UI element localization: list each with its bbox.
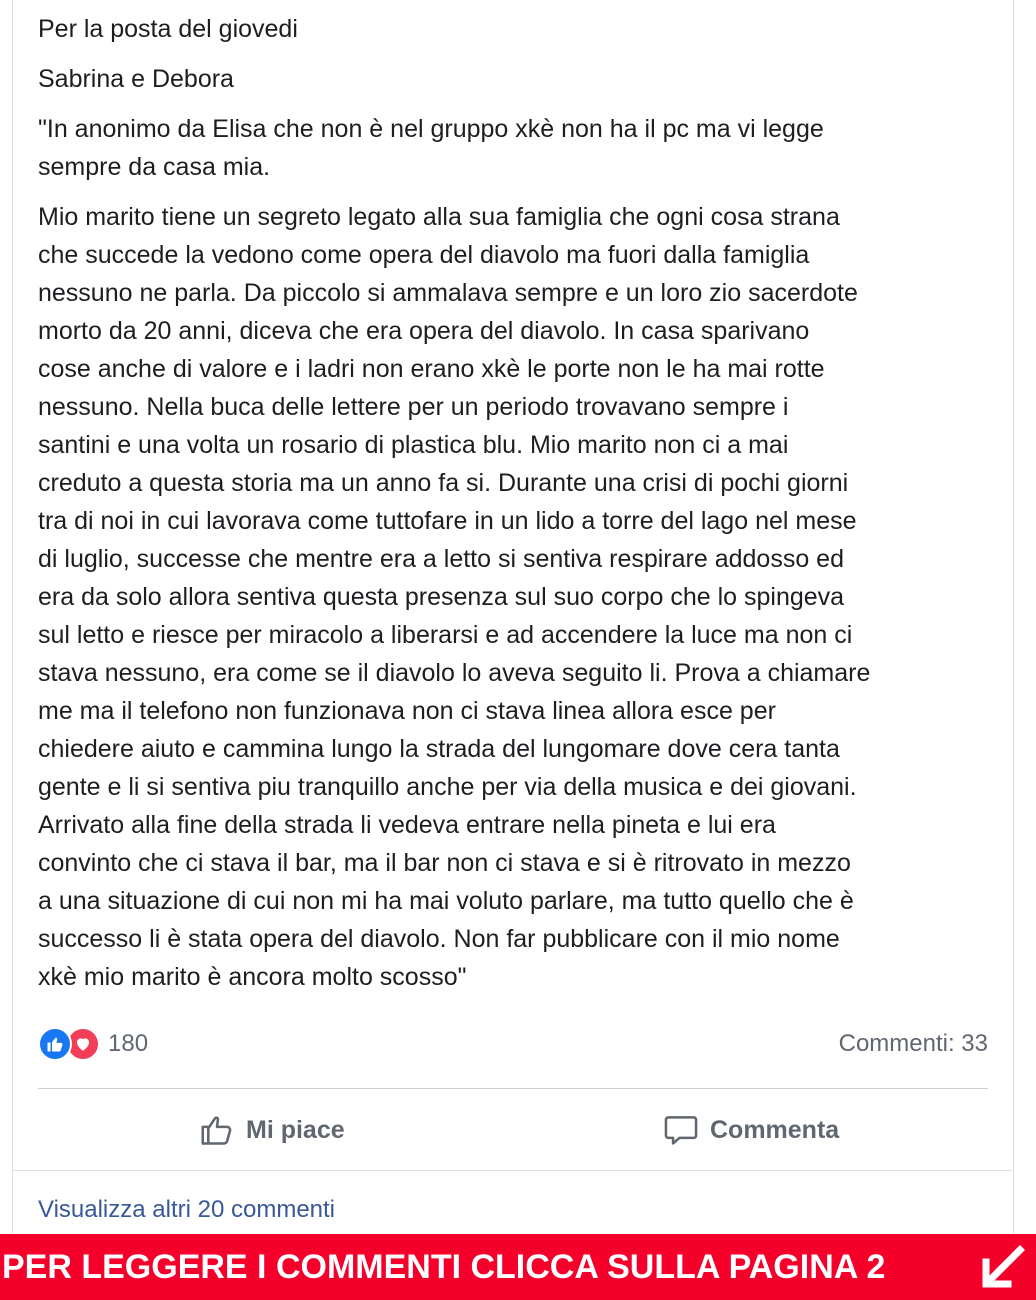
comment-button[interactable]: Commenta: [662, 1108, 839, 1152]
comments-count[interactable]: Commenti: 33: [839, 1030, 988, 1058]
divider: [12, 1170, 1012, 1171]
divider: [38, 1088, 988, 1089]
comment-bubble-icon: [664, 1116, 698, 1145]
banner-text: PER LEGGERE I COMMENTI CLICCA SULLA PAGI…: [2, 1247, 886, 1286]
post-authors-line: Sabrina e Debora: [38, 65, 234, 93]
like-icon: [38, 1027, 72, 1061]
page-2-banner[interactable]: PER LEGGERE I COMMENTI CLICCA SULLA PAGI…: [0, 1234, 1036, 1300]
like-button[interactable]: Mi piace: [198, 1108, 345, 1152]
post-story: Mio marito tiene un segreto legato alla …: [38, 203, 871, 991]
post-intro: "In anonimo da Elisa che non è nel grupp…: [38, 115, 824, 181]
like-button-label: Mi piace: [246, 1115, 345, 1144]
post-body: Per la posta del giovedi Sabrina e Debor…: [38, 10, 998, 1008]
reactions-summary[interactable]: 180: [38, 1024, 148, 1064]
comment-button-label: Commenta: [710, 1115, 840, 1144]
thumbs-up-icon: [201, 1116, 232, 1145]
post-title-line: Per la posta del giovedi: [38, 15, 298, 43]
reaction-count: 180: [108, 1030, 149, 1057]
view-more-comments-link[interactable]: Visualizza altri 20 commenti: [38, 1196, 335, 1224]
arrow-down-left-icon: [982, 1245, 1025, 1288]
